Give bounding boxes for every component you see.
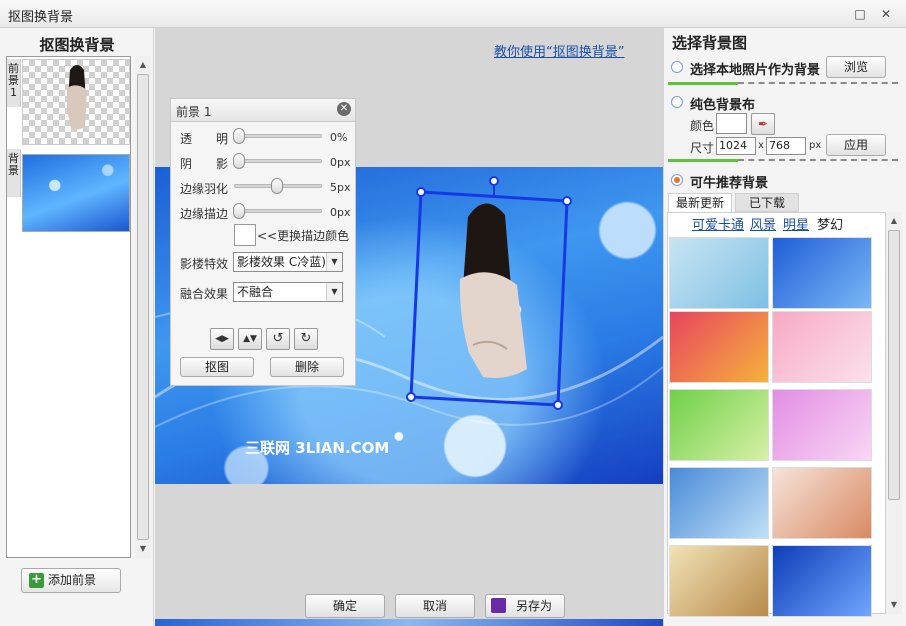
- rotate-right-icon[interactable]: ↻: [294, 328, 318, 350]
- background-thumbnail[interactable]: [669, 389, 769, 461]
- chevron-down-icon[interactable]: ▼: [326, 283, 342, 301]
- background-thumbnail[interactable]: [772, 389, 872, 461]
- title-bar: [0, 0, 906, 28]
- layer-tab-background[interactable]: 背景: [7, 149, 21, 197]
- stroke-slider-knob[interactable]: [233, 203, 245, 219]
- category-cartoon[interactable]: 可爱卡通: [692, 214, 744, 233]
- panel-title: 前景 1: [176, 105, 212, 119]
- radio-local-photo[interactable]: [671, 61, 683, 73]
- cancel-button[interactable]: 取消: [395, 594, 475, 618]
- flip-horizontal-icon[interactable]: ◀▶: [210, 328, 234, 350]
- bottom-decoration: [155, 619, 663, 626]
- browse-button[interactable]: 浏览: [826, 56, 886, 78]
- tab-downloaded[interactable]: 已下载: [735, 193, 799, 212]
- delete-button[interactable]: 删除: [270, 357, 344, 377]
- local-photo-label: 选择本地照片作为背景: [690, 63, 821, 78]
- width-input[interactable]: 1024: [716, 137, 756, 155]
- feather-label: 边缘羽化: [180, 182, 229, 196]
- feather-value: 5px: [330, 181, 351, 194]
- divider: [738, 159, 898, 161]
- effect-select-value: 影楼效果 C冷蓝): [237, 255, 326, 269]
- blend-label: 融合效果: [180, 287, 229, 301]
- effect-label: 影楼特效: [180, 257, 229, 271]
- shadow-label: 阴 影: [180, 157, 229, 171]
- category-celebrity[interactable]: 明星: [783, 214, 809, 233]
- background-thumbnail[interactable]: [772, 311, 872, 383]
- opacity-slider-knob[interactable]: [233, 128, 245, 144]
- opacity-value: 0%: [330, 131, 348, 144]
- background-panel-title: 选择背景图: [672, 34, 748, 52]
- layer-tab-foreground-1[interactable]: 前景1: [7, 59, 21, 107]
- tab-latest[interactable]: 最新更新: [668, 193, 732, 212]
- background-thumbnail[interactable]: [669, 545, 769, 617]
- stroke-slider[interactable]: [234, 209, 322, 213]
- background-thumbnail[interactable]: [772, 237, 872, 309]
- background-thumbnail[interactable]: [669, 467, 769, 539]
- background-thumbnail[interactable]: [772, 467, 872, 539]
- section-highlight: [668, 82, 738, 85]
- ok-button[interactable]: 确定: [305, 594, 385, 618]
- foreground-figure: [459, 203, 527, 378]
- radio-recommended[interactable]: [671, 174, 683, 186]
- shadow-value: 0px: [330, 156, 351, 169]
- opacity-slider[interactable]: [234, 134, 322, 138]
- feather-slider-knob[interactable]: [271, 178, 283, 194]
- color-label: 颜色: [690, 119, 715, 133]
- close-icon[interactable]: ✕: [878, 6, 894, 22]
- rotate-left-icon[interactable]: ↺: [266, 328, 290, 350]
- apply-button[interactable]: 应用: [826, 134, 886, 156]
- divider: [738, 82, 898, 84]
- save-icon: [491, 598, 506, 613]
- scroll-down-icon[interactable]: ▼: [886, 598, 902, 612]
- background-color-box[interactable]: [716, 113, 747, 134]
- gallery-scroll-thumb[interactable]: [888, 230, 900, 500]
- add-image-icon: +: [29, 573, 44, 588]
- recommended-label: 可牛推荐背景: [690, 176, 769, 191]
- eyedropper-icon[interactable]: ✒: [751, 113, 775, 135]
- tutorial-link[interactable]: 教你使用“抠图换背景”: [494, 41, 624, 60]
- blend-select-value: 不融合: [237, 285, 274, 299]
- close-icon[interactable]: ✕: [337, 102, 351, 116]
- layers-panel-title: 抠图换背景: [39, 36, 115, 54]
- scroll-down-icon[interactable]: ▼: [135, 542, 151, 556]
- background-thumbnail[interactable]: [669, 311, 769, 383]
- cutout-button[interactable]: 抠图: [180, 357, 254, 377]
- solid-color-label: 纯色背景布: [690, 98, 756, 113]
- category-scenery[interactable]: 风景: [750, 214, 776, 233]
- times-label: x: [758, 140, 764, 151]
- category-fantasy[interactable]: 梦幻: [817, 214, 843, 233]
- radio-solid-color[interactable]: [671, 96, 683, 108]
- size-label: 尺寸: [690, 141, 715, 155]
- stroke-label: 边缘描边: [180, 207, 229, 221]
- background-thumbnail[interactable]: [772, 545, 872, 617]
- background-thumbnail[interactable]: [669, 237, 769, 309]
- scroll-up-icon[interactable]: ▲: [886, 214, 902, 228]
- watermark-text: 三联网 3LIAN.COM: [245, 439, 390, 457]
- stroke-color-swatch[interactable]: [234, 224, 256, 246]
- unit-label: px: [809, 140, 822, 151]
- chevron-down-icon[interactable]: ▼: [326, 253, 342, 271]
- flip-vertical-icon[interactable]: ▲▼: [238, 328, 262, 350]
- background-thumbnail[interactable]: [22, 154, 130, 232]
- scroll-up-icon[interactable]: ▲: [135, 58, 151, 72]
- section-highlight: [668, 159, 738, 162]
- maximize-icon[interactable]: □: [852, 6, 868, 22]
- shadow-slider[interactable]: [234, 159, 322, 163]
- foreground-thumbnail[interactable]: [22, 59, 130, 145]
- change-stroke-color-link[interactable]: <<更换描边颜色: [257, 227, 349, 244]
- shadow-slider-knob[interactable]: [233, 153, 245, 169]
- window-title: 抠图换背景: [8, 10, 74, 25]
- layer-list-scroll-thumb[interactable]: [137, 74, 149, 540]
- foreground-figure: [67, 65, 87, 130]
- stroke-value: 0px: [330, 206, 351, 219]
- opacity-label: 透 明: [180, 132, 229, 146]
- height-input[interactable]: 768: [766, 137, 806, 155]
